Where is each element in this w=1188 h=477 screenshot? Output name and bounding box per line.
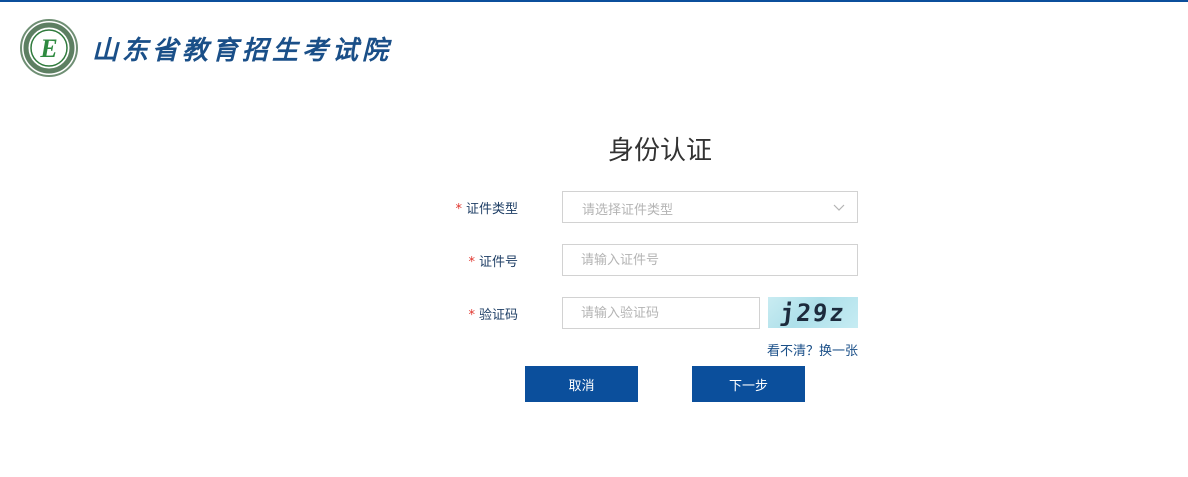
cancel-button[interactable]: 取消 <box>525 366 638 402</box>
emblem-logo-icon: E <box>20 19 78 77</box>
svg-text:E: E <box>39 34 57 63</box>
id-number-input[interactable] <box>562 244 858 276</box>
id-type-placeholder: 请选择证件类型 <box>582 203 674 218</box>
captcha-label: * 验证码 <box>468 308 518 323</box>
required-mark: * <box>468 308 475 323</box>
id-number-label: * 证件号 <box>468 255 518 270</box>
site-name: 山东省教育招生考试院 <box>92 35 393 66</box>
refresh-captcha-link[interactable]: 看不清？换一张 <box>767 340 858 359</box>
next-button[interactable]: 下一步 <box>692 366 805 402</box>
site-header: E 山东省教育招生考试院 <box>20 18 392 78</box>
captcha-text: j29z <box>778 298 848 327</box>
required-mark: * <box>455 202 462 217</box>
top-accent-bar <box>0 0 1188 2</box>
required-mark: * <box>468 255 475 270</box>
id-type-label: * 证件类型 <box>455 202 518 217</box>
chevron-down-icon <box>833 204 845 211</box>
captcha-input[interactable] <box>562 297 760 329</box>
id-type-select[interactable]: 请选择证件类型 <box>562 191 858 223</box>
captcha-image[interactable]: j29z <box>768 297 858 328</box>
page-title: 身份认证 <box>607 136 712 166</box>
